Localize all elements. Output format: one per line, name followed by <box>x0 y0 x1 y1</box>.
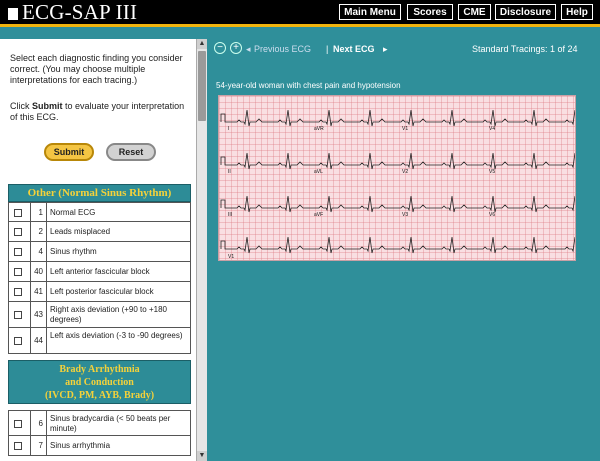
lead-label: V5 <box>489 169 496 175</box>
help-button[interactable]: Help <box>561 4 593 20</box>
finding-row[interactable]: 1 Normal ECG <box>8 202 191 222</box>
lead-label: V3 <box>402 212 409 218</box>
lead-label: aVF <box>314 212 324 218</box>
ecg-lead-trace <box>220 236 575 254</box>
top-bar: ECG-SAP III Main Menu Scores CME Disclos… <box>0 0 600 24</box>
triangle-right-icon[interactable]: ▸ <box>383 43 388 55</box>
finding-row[interactable]: 43 Right axis deviation (+90 to +180 deg… <box>8 302 191 328</box>
header-band <box>0 27 600 39</box>
finding-row[interactable]: 7 Sinus arrhythmia <box>8 436 191 456</box>
finding-checkbox[interactable] <box>14 228 22 236</box>
finding-row[interactable]: 4 Sinus rhythm <box>8 242 191 262</box>
scroll-up-arrow-icon[interactable]: ▲ <box>197 39 207 49</box>
instructions-select: Select each diagnostic finding you consi… <box>10 53 183 85</box>
scores-button[interactable]: Scores <box>407 4 453 20</box>
app-logo-icon <box>8 8 18 20</box>
lead-label: V6 <box>489 212 496 218</box>
finding-row[interactable]: 40 Left anterior fascicular block <box>8 262 191 282</box>
section-header-brady: Brady Arrhythmia and Conduction (IVCD, P… <box>8 360 191 404</box>
lead-label: V2 <box>402 169 409 175</box>
lead-label: aVL <box>314 169 323 175</box>
ecg-waveforms <box>220 109 575 254</box>
ecg-lead-trace <box>220 152 575 170</box>
finding-checkbox[interactable] <box>14 248 22 256</box>
finding-checkbox[interactable] <box>14 209 22 217</box>
app-title: ECG-SAP III <box>8 0 137 24</box>
ecg-toolbar: − + ◂ Previous ECG | Next ECG ▸ Standard… <box>208 42 600 56</box>
finding-checkbox[interactable] <box>14 420 22 428</box>
lead-label: I <box>228 126 230 132</box>
ecg-caption: 54-year-old woman with chest pain and hy… <box>216 81 401 90</box>
finding-checkbox[interactable] <box>14 288 22 296</box>
finding-checkbox[interactable] <box>14 337 22 345</box>
previous-ecg-link[interactable]: Previous ECG <box>254 43 311 55</box>
main-menu-button[interactable]: Main Menu <box>339 4 401 20</box>
lead-label: II <box>228 169 231 175</box>
finding-row[interactable]: 41 Left posterior fascicular block <box>8 282 191 302</box>
tracing-counter: Standard Tracings: 1 of 24 <box>472 44 578 54</box>
reset-button[interactable]: Reset <box>106 143 156 161</box>
lead-label: V1 <box>228 254 235 260</box>
finding-row[interactable]: 44 Left axis deviation (-3 to -90 degree… <box>8 328 191 354</box>
finding-checkbox[interactable] <box>14 268 22 276</box>
submit-button[interactable]: Submit <box>44 143 94 161</box>
lead-label: III <box>228 212 233 218</box>
disclosure-button[interactable]: Disclosure <box>495 4 556 20</box>
scroll-thumb[interactable] <box>198 51 206 121</box>
ecg-viewer: − + ◂ Previous ECG | Next ECG ▸ Standard… <box>208 39 600 461</box>
zoom-in-icon[interactable]: + <box>230 42 242 54</box>
zoom-out-icon[interactable]: − <box>214 42 226 54</box>
ecg-tracing: I aVR V1 V4 II aVL V2 V5 III aVF V3 V6 V… <box>218 95 576 261</box>
lead-label: aVR <box>314 126 324 132</box>
finding-row[interactable]: 2 Leads misplaced <box>8 222 191 242</box>
next-ecg-link[interactable]: Next ECG <box>333 43 375 55</box>
ecg-lead-trace <box>220 195 575 213</box>
lead-label: V4 <box>489 126 496 132</box>
ecg-lead-trace <box>220 109 575 127</box>
scroll-down-arrow-icon[interactable]: ▼ <box>197 451 207 461</box>
findings-panel: Select each diagnostic finding you consi… <box>0 39 196 461</box>
findings-scrollbar[interactable]: ▲ ▼ <box>196 39 207 461</box>
finding-checkbox[interactable] <box>14 311 22 319</box>
finding-row[interactable]: 6 Sinus bradycardia (< 50 beats per minu… <box>8 410 191 436</box>
finding-checkbox[interactable] <box>14 442 22 450</box>
cme-button[interactable]: CME <box>458 4 491 20</box>
section-header-other: Other (Normal Sinus Rhythm) <box>8 184 191 202</box>
lead-label: V1 <box>402 126 409 132</box>
instructions-submit: Click Submit to evaluate your interpreta… <box>10 101 185 122</box>
triangle-left-icon[interactable]: ◂ <box>246 43 251 55</box>
toolbar-separator: | <box>326 44 329 54</box>
